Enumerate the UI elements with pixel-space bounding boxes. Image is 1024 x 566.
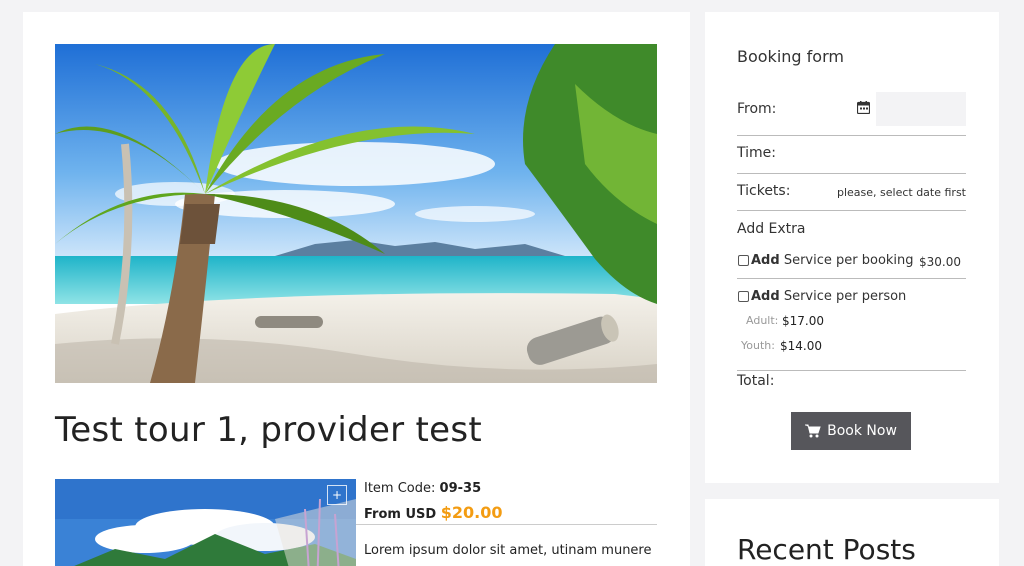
divider [737, 135, 966, 136]
extra-service-person-label[interactable]: Add Service per person [751, 289, 906, 304]
calendar-icon[interactable] [857, 101, 870, 114]
total-label: Total: [737, 373, 775, 389]
extra-service-booking-text: Service per booking [783, 253, 914, 268]
price-from-label: From USD [364, 507, 437, 522]
price-value: $20.00 [440, 503, 503, 522]
adult-label: Adult: [746, 314, 779, 327]
extra-add-word: Add [751, 289, 780, 304]
plus-icon[interactable]: + [327, 485, 347, 505]
tour-description: Lorem ipsum dolor sit amet, utinam muner… [364, 543, 652, 558]
extra-add-word: Add [751, 253, 780, 268]
adult-price: $17.00 [782, 314, 824, 328]
extra-service-booking-label[interactable]: Add Service per booking [751, 253, 914, 268]
recent-posts-title: Recent Posts [737, 533, 916, 566]
add-extra-label: Add Extra [737, 221, 806, 237]
tour-title: Test tour 1, provider test [55, 410, 483, 450]
cart-icon [805, 424, 821, 438]
book-now-button[interactable]: Book Now [791, 412, 911, 450]
item-code: Item Code: 09-35 [364, 481, 481, 496]
item-code-label: Item Code: [364, 481, 436, 496]
tour-thumbnail-image[interactable] [55, 479, 356, 566]
extra-service-booking-checkbox[interactable] [738, 255, 749, 266]
extra-service-person-text: Service per person [783, 289, 907, 304]
booking-form-card: Booking form From: Time: Tickets: please… [705, 12, 999, 483]
extra-service-person-checkbox[interactable] [738, 291, 749, 302]
youth-price: $14.00 [780, 339, 822, 353]
recent-posts-card: Recent Posts [705, 499, 999, 566]
tickets-message: please, select date first [836, 186, 966, 199]
book-now-label: Book Now [827, 423, 897, 439]
tour-price: From USD $20.00 [364, 503, 502, 522]
price-divider [356, 524, 657, 525]
divider [737, 173, 966, 174]
time-label: Time: [737, 145, 776, 161]
tour-hero-image [55, 44, 657, 383]
date-input[interactable] [876, 92, 966, 126]
booking-form-title: Booking form [737, 47, 844, 66]
divider [737, 370, 966, 371]
tickets-label: Tickets: [737, 183, 791, 199]
divider [737, 210, 966, 211]
youth-label: Youth: [741, 339, 775, 352]
item-code-value: 09-35 [439, 481, 482, 496]
divider [737, 278, 966, 279]
tour-main-card: Test tour 1, provider test + Item Code: … [23, 12, 690, 566]
extra-service-booking-price: $30.00 [919, 255, 961, 269]
from-label: From: [737, 101, 777, 117]
